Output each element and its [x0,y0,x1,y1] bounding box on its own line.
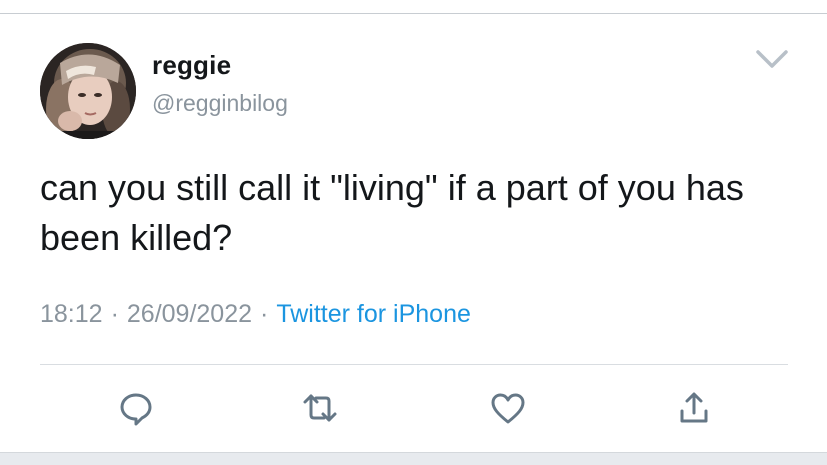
chevron-down-icon[interactable] [750,44,794,74]
avatar[interactable] [40,43,136,139]
tweet-page: reggie @regginbilog can you still call i… [0,0,827,465]
tweet-time: 18:12 [40,300,103,328]
actions-divider [40,364,788,365]
share-button[interactable] [674,388,714,428]
display-name[interactable]: reggie [152,50,231,81]
user-handle[interactable]: @regginbilog [152,90,288,117]
share-icon [680,392,708,423]
retweet-icon [303,394,337,422]
top-divider [0,13,827,14]
bottom-band [0,452,827,465]
reply-icon [120,393,152,426]
meta-separator: · [110,300,119,328]
tweet-source-link[interactable]: Twitter for iPhone [276,300,471,328]
tweet-date: 26/09/2022 [126,300,253,328]
heart-icon [491,393,525,424]
meta-separator: · [260,300,269,328]
like-button[interactable] [488,388,528,428]
tweet-text: can you still call it "living" if a part… [40,167,744,258]
retweet-button[interactable] [300,388,340,428]
reply-button[interactable] [116,388,156,428]
tweet-meta: 18:12 · 26/09/2022 · Twitter for iPhone [40,300,471,329]
